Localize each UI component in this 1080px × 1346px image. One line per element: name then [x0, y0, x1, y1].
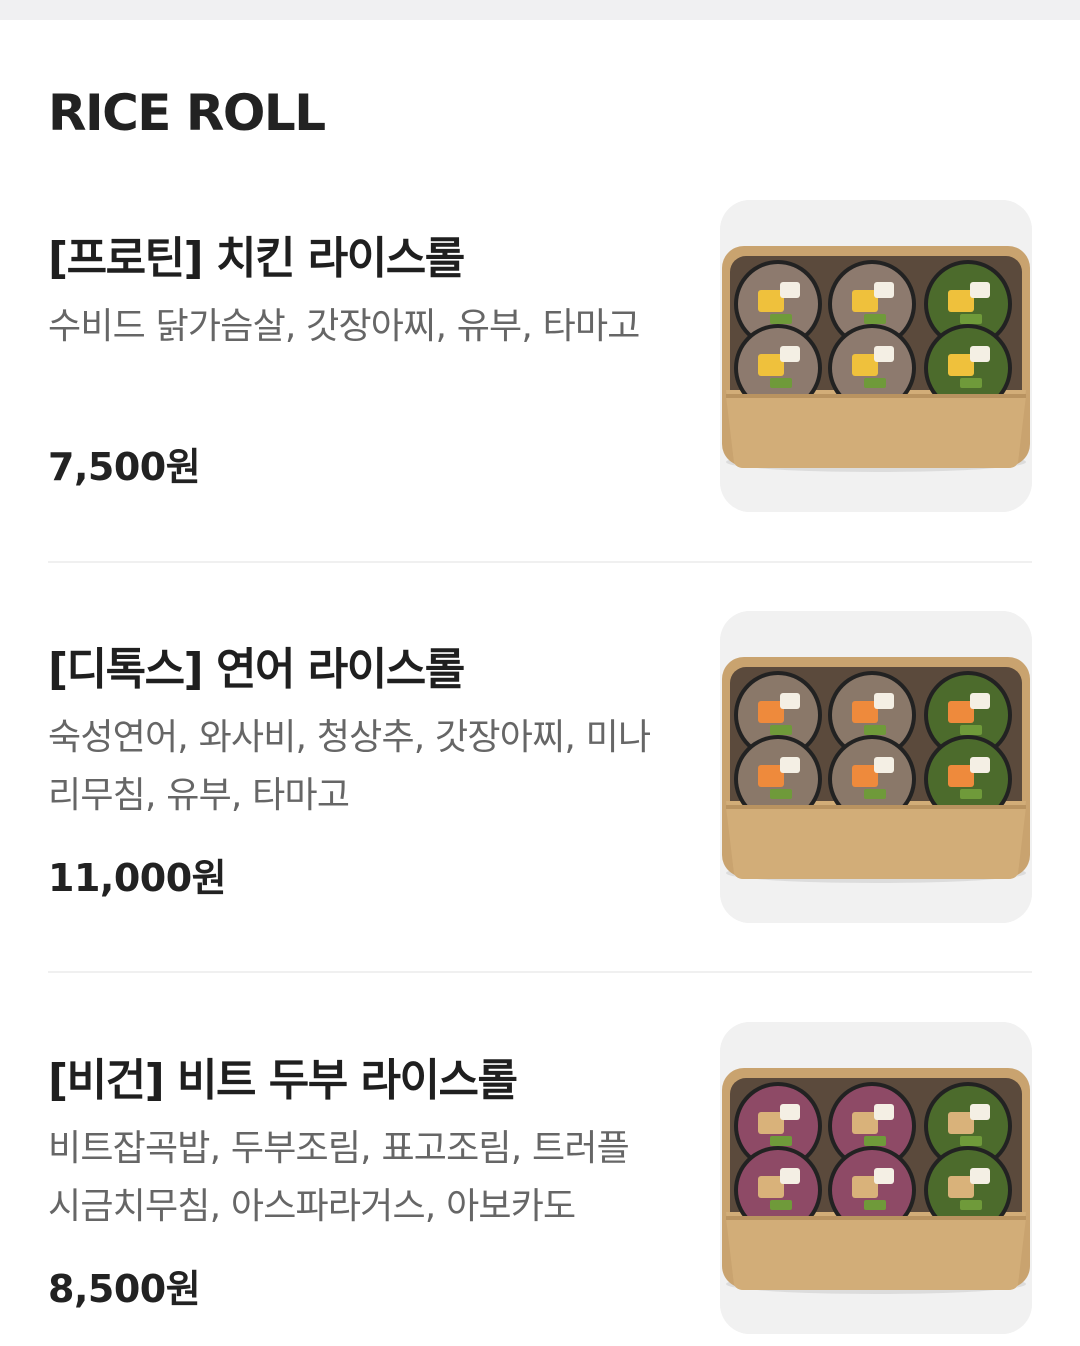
menu-item-price: 7,500원	[48, 445, 201, 489]
salmon-rice-roll-photo[interactable]	[720, 611, 1032, 923]
section-title: RICE ROLL	[48, 84, 326, 142]
menu-item-name: [비건] 비트 두부 라이스롤	[48, 1055, 518, 1106]
menu-item-description: 비트잡곡밥, 두부조림, 표고조림, 트러플 시금치무침, 아스파라거스, 아보…	[48, 1128, 630, 1227]
menu-item[interactable]: [디톡스] 연어 라이스롤 숙성연어, 와사비, 청상추, 갓장아찌, 미나리무…	[48, 611, 1032, 923]
divider	[48, 561, 1032, 563]
divider	[48, 971, 1032, 973]
top-strip	[0, 0, 1080, 20]
menu-item-name: [프로틴] 치킨 라이스롤	[48, 233, 465, 284]
menu-item-description: 수비드 닭가슴살, 갓장아찌, 유부, 타마고	[48, 306, 640, 347]
beet-tofu-rice-roll-photo[interactable]	[720, 1022, 1032, 1334]
menu-item-price: 11,000원	[48, 856, 227, 900]
chicken-rice-roll-photo[interactable]	[720, 200, 1032, 512]
menu-item[interactable]: [비건] 비트 두부 라이스롤 비트잡곡밥, 두부조림, 표고조림, 트러플 시…	[48, 1022, 1032, 1334]
menu-item-price: 8,500원	[48, 1267, 201, 1311]
menu-item-name: [디톡스] 연어 라이스롤	[48, 644, 465, 695]
menu-item-description: 숙성연어, 와사비, 청상추, 갓장아찌, 미나리무침, 유부, 타마고	[48, 717, 651, 816]
menu-item[interactable]: [프로틴] 치킨 라이스롤 수비드 닭가슴살, 갓장아찌, 유부, 타마고 7,…	[48, 200, 1032, 512]
